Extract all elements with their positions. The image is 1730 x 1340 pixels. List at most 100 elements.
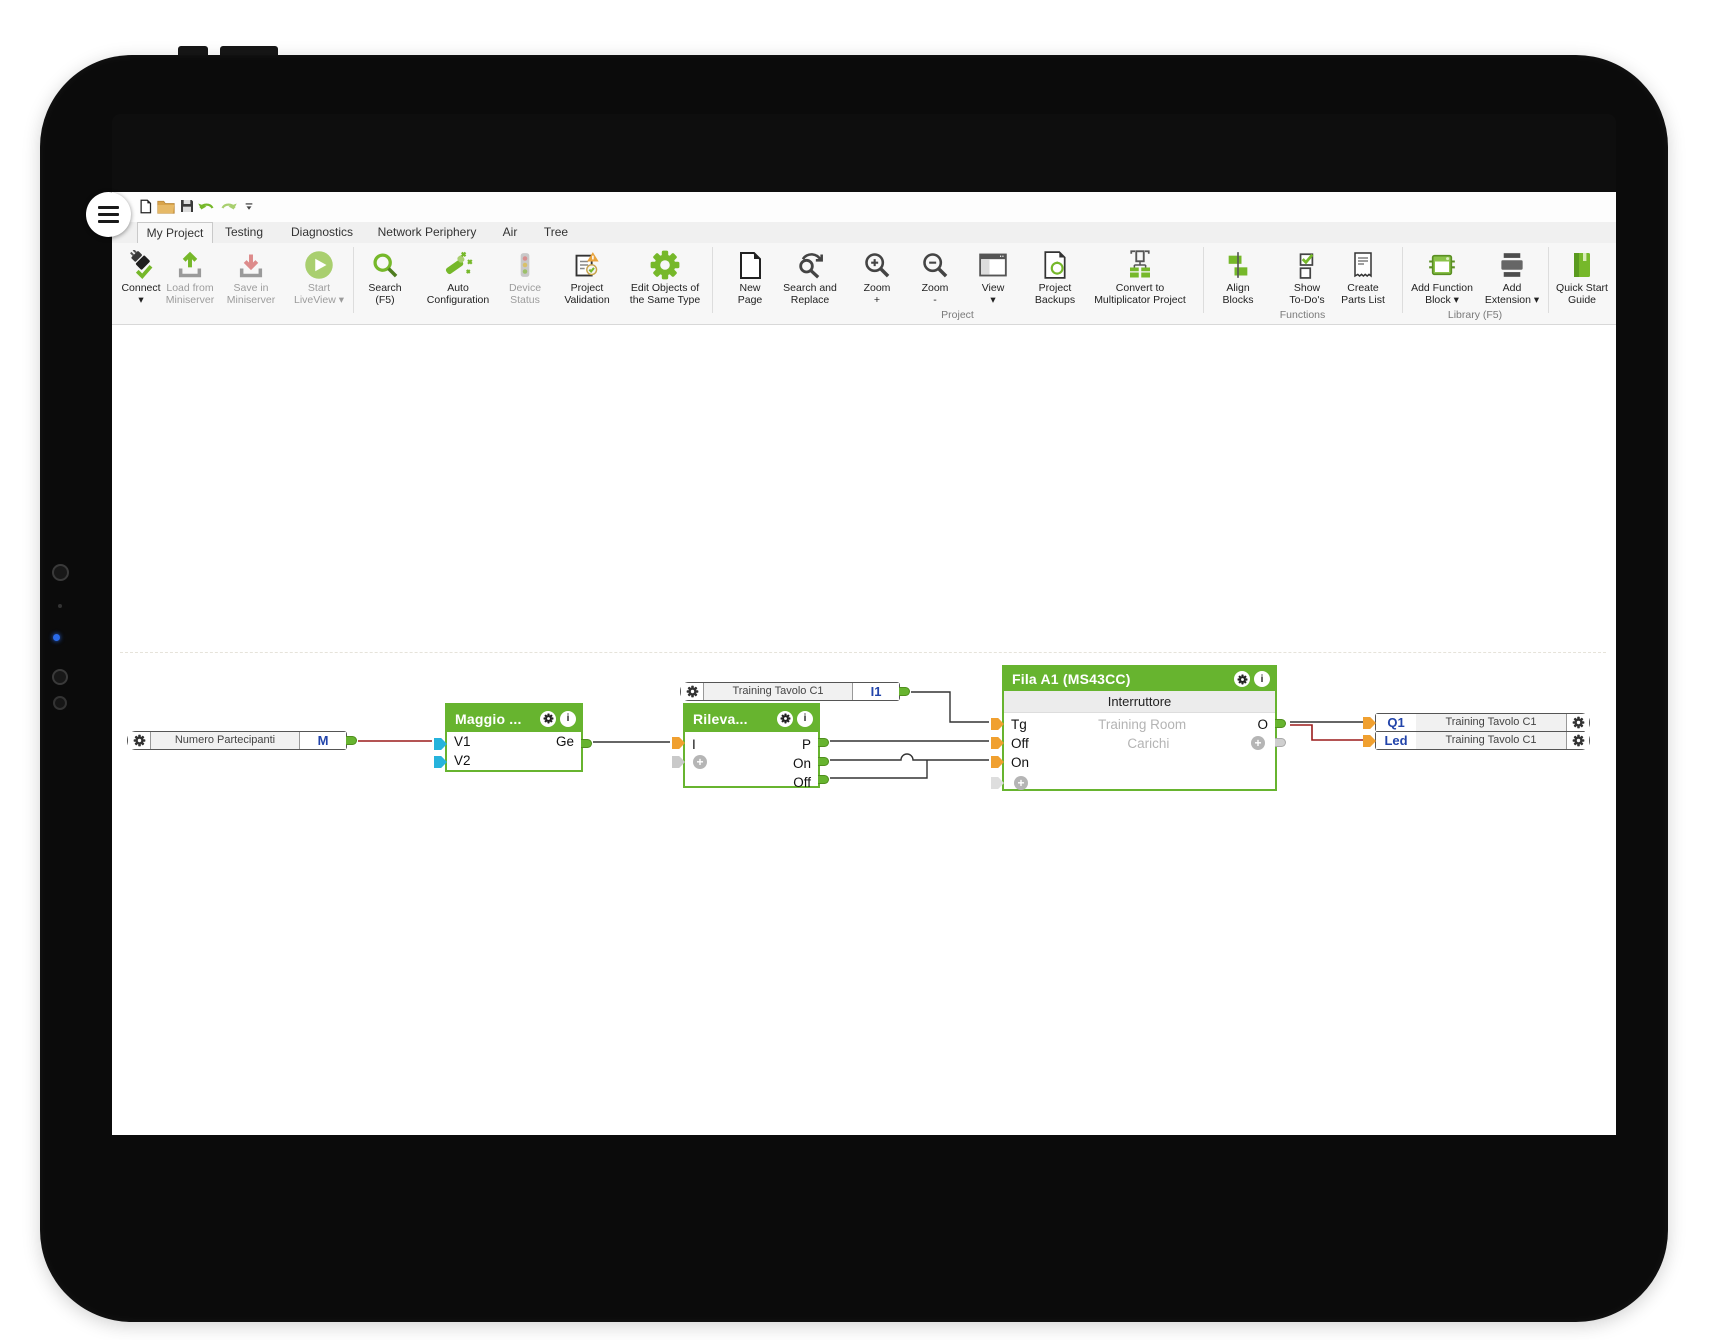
input-connector-tg[interactable]: [991, 718, 1004, 730]
ribbon-button-convert-multiplicator[interactable]: Convert to Multiplicator Project: [1081, 248, 1199, 312]
block-info-button[interactable]: i: [797, 711, 813, 727]
input-block-training-tavolo-c1[interactable]: Training Tavolo C1 I1: [680, 682, 900, 701]
connect-icon: [126, 248, 156, 282]
open-folder-icon[interactable]: [156, 196, 176, 216]
input-label-off: Off: [1011, 734, 1029, 753]
tab-testing[interactable]: Testing: [215, 222, 273, 242]
ribbon-button-save-in-miniserver[interactable]: Save in Miniserver: [221, 248, 281, 312]
block-info-button[interactable]: i: [560, 711, 576, 727]
block-info-button[interactable]: i: [1254, 671, 1270, 687]
output-ref-port: Led: [1376, 732, 1416, 749]
function-block-rileva[interactable]: Rileva... i IP On Off +: [683, 703, 820, 788]
block-settings-button[interactable]: [777, 711, 793, 727]
button-label: Add Extension ▾: [1485, 282, 1539, 307]
button-label: Project Backups: [1035, 282, 1075, 307]
output-label-o: O: [1257, 715, 1268, 734]
add-extension-icon: [1497, 248, 1527, 282]
input-connector-off[interactable]: [991, 737, 1004, 749]
main-menu-button[interactable]: [86, 192, 131, 237]
input-connector-i[interactable]: [672, 737, 685, 749]
tab-diagnostics[interactable]: Diagnostics: [281, 222, 363, 242]
input-connector-v1[interactable]: [434, 738, 447, 750]
ribbon-button-new-page[interactable]: New Page: [730, 248, 770, 312]
redo-icon[interactable]: [218, 196, 238, 216]
output-connector-p[interactable]: [818, 738, 829, 747]
output-connector[interactable]: [346, 736, 357, 745]
project-backups-icon: [1042, 248, 1068, 282]
customize-toolbar-icon[interactable]: [239, 196, 259, 216]
undo-icon[interactable]: [196, 196, 216, 216]
ribbon-button-quick-start-guide[interactable]: Quick Start Guide: [1549, 248, 1615, 312]
block-settings-button[interactable]: [540, 711, 556, 727]
group-label-functions: Functions: [1203, 309, 1402, 323]
new-file-icon[interactable]: [135, 196, 155, 216]
input-connector-extra[interactable]: [991, 777, 1004, 789]
input-connector[interactable]: [1363, 735, 1376, 747]
button-label: Add Function Block ▾: [1411, 282, 1473, 307]
quick-access-toolbar: [112, 192, 1616, 222]
convert-to-multiplicator-icon: [1125, 248, 1155, 282]
block-settings-button[interactable]: [1567, 714, 1589, 731]
block-settings-button[interactable]: [128, 732, 150, 749]
ribbon-button-view[interactable]: View ▾: [972, 248, 1014, 312]
input-connector-on[interactable]: [991, 756, 1004, 768]
ribbon-button-search-f5[interactable]: Search (F5): [359, 248, 411, 312]
ribbon-button-project-validation[interactable]: Project Validation: [555, 248, 619, 312]
function-block-maggio[interactable]: Maggio ... i V1Ge V2: [445, 703, 583, 772]
ribbon-button-start-liveview[interactable]: Start LiveView ▾: [283, 248, 355, 312]
show-todos-icon: [1294, 248, 1320, 282]
tab-air[interactable]: Air: [490, 222, 530, 242]
ribbon-button-load-from-miniserver[interactable]: Load from Miniserver: [158, 248, 222, 312]
group-label-library: Library (F5): [1402, 309, 1548, 323]
block-settings-button[interactable]: [1234, 671, 1250, 687]
ribbon-button-auto-configuration[interactable]: Auto Configuration: [415, 248, 501, 312]
output-block-q1[interactable]: Q1 Training Tavolo C1: [1375, 713, 1590, 732]
input-connector-v2[interactable]: [434, 756, 447, 768]
camera-dot: [52, 669, 68, 685]
ribbon-button-create-parts-list[interactable]: Create Parts List: [1332, 248, 1394, 312]
edit-objects-gear-icon: [649, 248, 681, 282]
create-parts-list-icon: [1351, 248, 1375, 282]
block-settings-button[interactable]: [1567, 732, 1589, 749]
button-label: Load from Miniserver: [166, 282, 214, 307]
ribbon-button-align-blocks[interactable]: Align Blocks: [1215, 248, 1261, 312]
ribbon-button-edit-objects[interactable]: Edit Objects of the Same Type: [619, 248, 711, 312]
add-function-block-icon: [1427, 248, 1457, 282]
block-subtitle: Interruttore: [1004, 691, 1275, 713]
ribbon-button-zoom-in[interactable]: Zoom +: [855, 248, 899, 312]
ribbon-button-add-function-block[interactable]: Add Function Block ▾: [1402, 248, 1482, 312]
indicator-dot: [53, 634, 60, 641]
add-input-button[interactable]: +: [693, 755, 707, 769]
ribbon-button-zoom-out[interactable]: Zoom -: [913, 248, 957, 312]
block-settings-button[interactable]: [681, 683, 703, 700]
output-label-on: On: [793, 754, 811, 773]
input-block-numero-partecipanti[interactable]: Numero Partecipanti M: [127, 731, 347, 750]
input-connector-extra[interactable]: [672, 756, 685, 768]
ribbon-button-search-and-replace[interactable]: Search and Replace: [774, 248, 846, 312]
button-label: Connect ▾: [121, 282, 160, 307]
output-connector-ge[interactable]: [581, 739, 592, 748]
save-icon[interactable]: [177, 196, 197, 216]
output-connector-off[interactable]: [818, 775, 829, 784]
output-connector-extra[interactable]: [1275, 738, 1286, 747]
output-block-led[interactable]: Led Training Tavolo C1: [1375, 731, 1590, 750]
input-connector[interactable]: [1363, 717, 1376, 729]
output-connector[interactable]: [899, 687, 910, 696]
output-connector-o[interactable]: [1275, 719, 1286, 728]
input-label-v1: V1: [454, 732, 471, 751]
ribbon-button-device-status[interactable]: Device Status: [499, 248, 551, 312]
tab-tree[interactable]: Tree: [530, 222, 582, 242]
add-input-button[interactable]: +: [1014, 776, 1028, 790]
tab-network-periphery[interactable]: Network Periphery: [368, 222, 486, 242]
button-label: Search and Replace: [783, 282, 837, 307]
group-divider: [712, 247, 713, 313]
ribbon-button-add-extension[interactable]: Add Extension ▾: [1476, 248, 1548, 312]
ribbon-button-show-todos[interactable]: Show To-Do's: [1279, 248, 1335, 312]
add-output-button[interactable]: +: [1251, 736, 1265, 750]
function-block-fila-a1[interactable]: Fila A1 (MS43CC) i Interruttore TgTraini…: [1002, 665, 1277, 791]
tab-my-project[interactable]: My Project: [137, 222, 213, 243]
input-label-v2: V2: [454, 751, 471, 770]
button-label: Zoom +: [864, 282, 891, 307]
ribbon-button-project-backups[interactable]: Project Backups: [1027, 248, 1083, 312]
output-connector-on[interactable]: [818, 757, 829, 766]
